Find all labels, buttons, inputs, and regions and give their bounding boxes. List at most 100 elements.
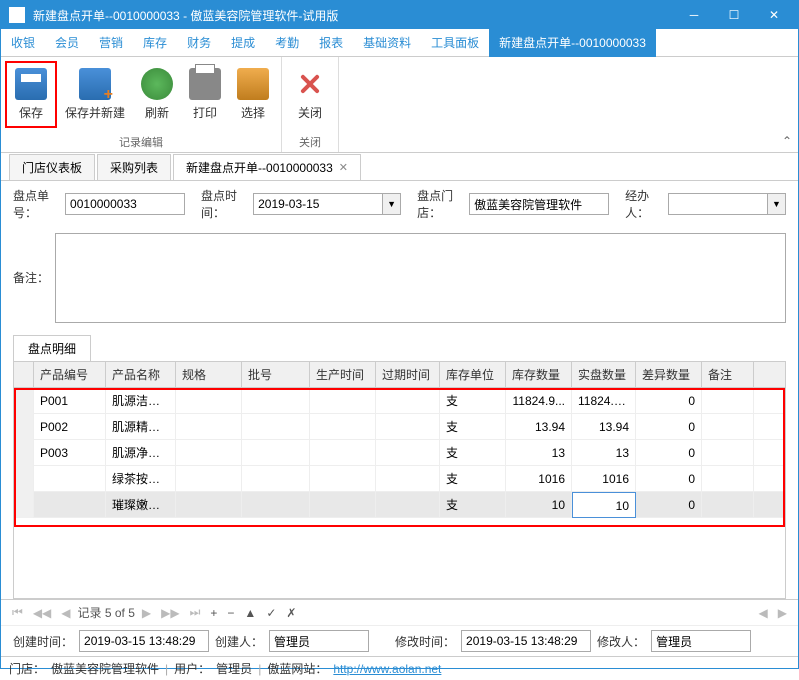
cell[interactable]: 支 [440, 440, 506, 466]
save-new-button[interactable]: 保存并新建 [57, 61, 133, 128]
th-expdate[interactable]: 过期时间 [376, 362, 440, 387]
detail-tab-button[interactable]: 盘点明细 [13, 335, 91, 361]
cell[interactable] [702, 492, 754, 518]
menu-finance[interactable]: 财务 [177, 29, 221, 57]
table-row[interactable]: 绿茶按摩...支101610160 [14, 466, 785, 492]
order-no-input[interactable] [65, 193, 185, 215]
cell[interactable] [242, 414, 310, 440]
menu-member[interactable]: 会员 [45, 29, 89, 57]
close-button[interactable]: 关闭 [286, 61, 334, 128]
cell[interactable] [34, 492, 106, 518]
menu-toolpanel[interactable]: 工具面板 [421, 29, 489, 57]
table-row[interactable]: P003肌源净化...支13130 [14, 440, 785, 466]
nav-check-icon[interactable]: ✓ [263, 606, 279, 620]
cell[interactable]: 10 [572, 492, 636, 518]
th-proddate[interactable]: 生产时间 [310, 362, 376, 387]
cell[interactable]: 璀璨嫩白... [106, 492, 176, 518]
cell[interactable]: 绿茶按摩... [106, 466, 176, 492]
cell[interactable]: 13.94 [572, 414, 636, 440]
menu-commission[interactable]: 提成 [221, 29, 265, 57]
cell[interactable]: 0 [636, 414, 702, 440]
cell[interactable]: 肌源净化... [106, 440, 176, 466]
remark-textarea[interactable] [55, 233, 786, 323]
menu-basicdata[interactable]: 基础资料 [353, 29, 421, 57]
save-button[interactable]: 保存 [5, 61, 57, 128]
ribbon-expand-icon[interactable]: ⌃ [782, 134, 792, 148]
cell[interactable] [242, 440, 310, 466]
cell[interactable] [376, 466, 440, 492]
nav-nextpage-icon[interactable]: ▶▶ [158, 606, 182, 620]
nav-first-icon[interactable]: ⏮ [9, 605, 26, 620]
cell[interactable] [242, 492, 310, 518]
cell[interactable] [176, 492, 242, 518]
cell[interactable]: 13 [572, 440, 636, 466]
table-row[interactable]: P002肌源精华水支13.9413.940 [14, 414, 785, 440]
close-window-button[interactable]: ✕ [754, 1, 794, 29]
menu-cashier[interactable]: 收银 [1, 29, 45, 57]
cell[interactable] [14, 388, 34, 414]
cell[interactable]: 肌源精华水 [106, 414, 176, 440]
select-button[interactable]: 选择 [229, 61, 277, 128]
nav-cancel-icon[interactable]: ✗ [283, 606, 299, 620]
nav-add-icon[interactable]: + [207, 606, 220, 620]
cell[interactable]: 11824.9... [506, 388, 572, 414]
cell[interactable] [702, 388, 754, 414]
nav-scroll-left-icon[interactable]: ◀ [756, 606, 771, 620]
cell[interactable] [310, 440, 376, 466]
cell[interactable] [376, 440, 440, 466]
cell[interactable]: 支 [440, 388, 506, 414]
cell[interactable] [310, 466, 376, 492]
cell[interactable]: 11824.9... [572, 388, 636, 414]
th-code[interactable]: 产品编号 [34, 362, 106, 387]
cell[interactable] [310, 388, 376, 414]
cell[interactable]: 1016 [572, 466, 636, 492]
cell[interactable] [702, 440, 754, 466]
cell[interactable]: 13.94 [506, 414, 572, 440]
time-dropdown-icon[interactable]: ▼ [383, 193, 401, 215]
maximize-button[interactable]: ☐ [714, 1, 754, 29]
cell[interactable] [376, 388, 440, 414]
cell[interactable]: 支 [440, 414, 506, 440]
th-name[interactable]: 产品名称 [106, 362, 176, 387]
print-button[interactable]: 打印 [181, 61, 229, 128]
cell[interactable]: P001 [34, 388, 106, 414]
cell[interactable] [376, 492, 440, 518]
nav-last-icon[interactable]: ⏭ [187, 605, 204, 620]
cell[interactable]: 支 [440, 466, 506, 492]
cell[interactable]: P003 [34, 440, 106, 466]
cell[interactable] [310, 492, 376, 518]
th-remark[interactable]: 备注 [702, 362, 754, 387]
cell[interactable]: 0 [636, 492, 702, 518]
nav-next-icon[interactable]: ▶ [139, 606, 154, 620]
nav-prev-icon[interactable]: ◀ [58, 606, 73, 620]
tab-dashboard[interactable]: 门店仪表板 [9, 154, 95, 180]
cell[interactable] [176, 440, 242, 466]
cell[interactable]: 13 [506, 440, 572, 466]
tab-inventory-order[interactable]: 新建盘点开单--0010000033 ✕ [173, 154, 361, 180]
cell[interactable]: 0 [636, 388, 702, 414]
th-diff[interactable]: 差异数量 [636, 362, 702, 387]
table-row[interactable]: P001肌源洁肤乳支11824.9...11824.9...0 [14, 388, 785, 414]
cell[interactable] [14, 440, 34, 466]
nav-edit-icon[interactable]: ▲ [241, 606, 259, 620]
cell[interactable]: 0 [636, 466, 702, 492]
cell[interactable]: 10 [506, 492, 572, 518]
nav-delete-icon[interactable]: − [224, 606, 237, 620]
menu-marketing[interactable]: 营销 [89, 29, 133, 57]
menu-active-tab[interactable]: 新建盘点开单--0010000033 [489, 29, 656, 57]
cell[interactable] [176, 414, 242, 440]
nav-scroll-right-icon[interactable]: ▶ [775, 606, 790, 620]
cell[interactable] [14, 414, 34, 440]
cell[interactable] [176, 388, 242, 414]
minimize-button[interactable]: ─ [674, 1, 714, 29]
cell[interactable] [376, 414, 440, 440]
refresh-button[interactable]: 刷新 [133, 61, 181, 128]
time-input[interactable] [253, 193, 383, 215]
cell[interactable]: 支 [440, 492, 506, 518]
menu-attendance[interactable]: 考勤 [265, 29, 309, 57]
th-spec[interactable]: 规格 [176, 362, 242, 387]
menu-report[interactable]: 报表 [309, 29, 353, 57]
cell[interactable] [242, 466, 310, 492]
cell[interactable]: 0 [636, 440, 702, 466]
cell[interactable]: 肌源洁肤乳 [106, 388, 176, 414]
